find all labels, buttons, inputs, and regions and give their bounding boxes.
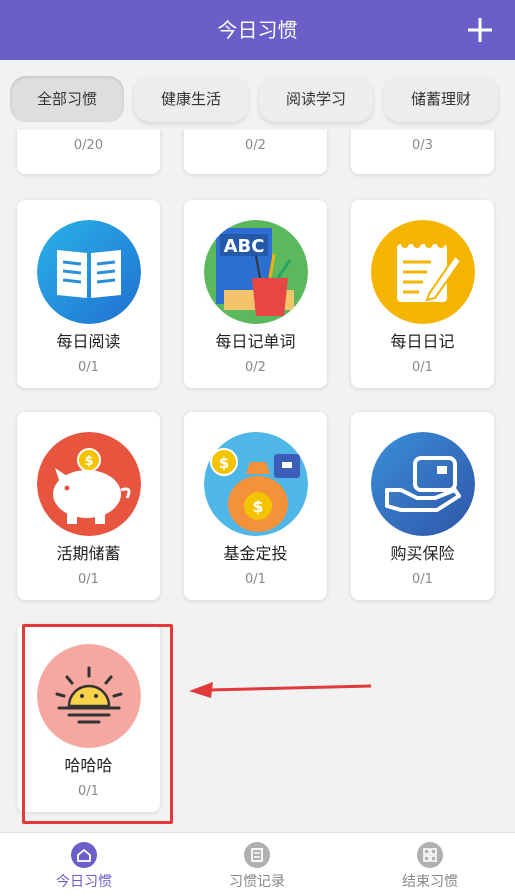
tab-savings[interactable]: 储蓄理财 [384, 76, 498, 122]
habit-card-insurance[interactable]: 购买保险 0/1 [351, 412, 494, 600]
nav-label: 今日习惯 [56, 874, 112, 890]
habit-card[interactable]: 0/20 [17, 130, 160, 174]
svg-text:ABC: ABC [224, 236, 265, 257]
money-bag-icon: $ $ [204, 432, 308, 536]
home-icon [71, 842, 97, 868]
habit-card-fund-investment[interactable]: $ $ 基金定投 0/1 [184, 412, 327, 600]
habit-name: 每日阅读 [56, 332, 121, 351]
habit-count: 0/2 [245, 360, 266, 375]
book-icon [37, 220, 141, 324]
svg-text:$: $ [84, 454, 93, 469]
habit-count: 0/20 [73, 138, 104, 153]
habit-card-savings[interactable]: $ 活期储蓄 0/1 [17, 412, 160, 600]
nav-today-habits[interactable]: 今日习惯 [19, 833, 149, 896]
habit-count: 0/1 [78, 360, 99, 375]
add-habit-icon[interactable] [463, 13, 497, 47]
svg-text:$: $ [252, 497, 263, 516]
habit-name: 购买保险 [390, 544, 455, 563]
nav-end-habits[interactable]: 结束习惯 [365, 833, 495, 896]
pointer-arrow [189, 682, 372, 698]
record-icon [244, 842, 270, 868]
habit-count: 0/3 [412, 138, 433, 153]
habit-card[interactable]: 0/2 [184, 130, 327, 174]
highlight-box [22, 624, 173, 824]
notepad-icon [371, 220, 475, 324]
habit-card[interactable]: 0/3 [351, 130, 494, 174]
habit-name: 基金定投 [223, 544, 288, 563]
habit-count: 0/1 [412, 572, 433, 587]
habit-name: 每日记单词 [215, 332, 296, 351]
habit-count: 0/2 [245, 138, 266, 153]
category-tabs: 全部习惯 健康生活 阅读学习 储蓄理财 [0, 60, 515, 130]
bottom-nav: 今日习惯 习惯记录 结束习惯 [0, 832, 515, 896]
piggy-bank-icon: $ [37, 432, 141, 536]
tab-health[interactable]: 健康生活 [134, 76, 248, 122]
tab-all[interactable]: 全部习惯 [10, 76, 124, 122]
habit-name: 活期储蓄 [56, 544, 121, 563]
nav-label: 习惯记录 [229, 874, 285, 890]
app-header: 今日习惯 [0, 0, 515, 60]
habit-card-vocabulary[interactable]: ABC 每日记单词 0/2 [184, 200, 327, 388]
habit-count: 0/1 [245, 572, 266, 587]
svg-text:$: $ [219, 454, 229, 472]
habit-name: 每日日记 [390, 332, 455, 351]
grid-icon [417, 842, 443, 868]
habit-card-daily-reading[interactable]: 每日阅读 0/1 [17, 200, 160, 388]
nav-label: 结束习惯 [402, 874, 458, 890]
abc-book-icon: ABC [204, 220, 308, 324]
habit-count: 0/1 [78, 572, 99, 587]
habit-count: 0/1 [412, 360, 433, 375]
nav-habit-records[interactable]: 习惯记录 [192, 833, 322, 896]
habit-card-diary[interactable]: 每日日记 0/1 [351, 200, 494, 388]
page-title: 今日习惯 [217, 18, 298, 42]
insurance-hand-icon [371, 432, 475, 536]
tab-reading[interactable]: 阅读学习 [259, 76, 373, 122]
